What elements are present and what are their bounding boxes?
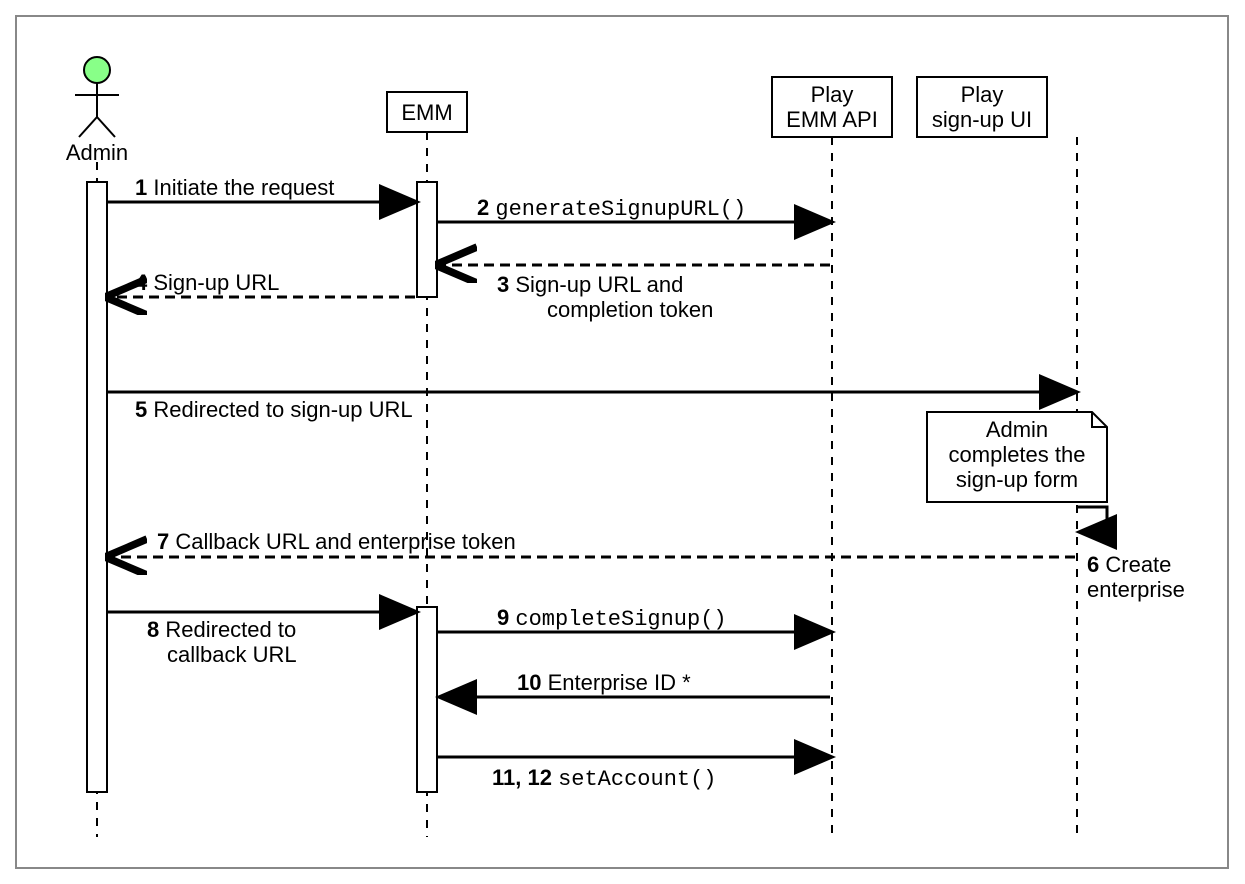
participant-play-api: Play EMM API <box>772 77 892 137</box>
actor-admin: Admin <box>66 57 128 165</box>
activation-admin <box>87 182 107 792</box>
participant-play-ui-label-1: Play <box>961 82 1004 107</box>
msg-5-label: 5 Redirected to sign-up URL <box>135 397 413 422</box>
msg-8-label-1: 8 Redirected to <box>147 617 296 642</box>
msg-9-label: 9 completeSignup() <box>497 605 727 632</box>
msg-6-label-1: 6 Create <box>1087 552 1171 577</box>
msg-11-label: 11, 12 setAccount() <box>492 765 717 792</box>
participant-play-ui-label-2: sign-up UI <box>932 107 1032 132</box>
note-l1: Admin <box>986 417 1048 442</box>
activation-emm-2 <box>417 607 437 792</box>
note-signup: Admin completes the sign-up form <box>927 412 1107 502</box>
sequence-diagram: Admin EMM Play EMM API Play sign-up UI 1… <box>15 15 1229 869</box>
msg-8-label-2: callback URL <box>167 642 297 667</box>
msg-1-label: 1 Initiate the request <box>135 175 334 200</box>
activation-emm-1 <box>417 182 437 297</box>
msg-10-label: 10 Enterprise ID * <box>517 670 691 695</box>
participant-play-ui: Play sign-up UI <box>917 77 1047 137</box>
diagram-svg: Admin EMM Play EMM API Play sign-up UI 1… <box>17 17 1227 867</box>
participant-play-api-label-1: Play <box>811 82 854 107</box>
participant-emm: EMM <box>387 92 467 132</box>
participant-emm-label: EMM <box>401 100 452 125</box>
msg-3-label-1: 3 Sign-up URL and <box>497 272 683 297</box>
msg-3-label-2: completion token <box>547 297 713 322</box>
msg-4-label: 4 Sign-up URL <box>135 270 279 295</box>
note-l2: completes the <box>949 442 1086 467</box>
msg-6-label-2: enterprise <box>1087 577 1185 602</box>
msg-7-label: 7 Callback URL and enterprise token <box>157 529 516 554</box>
msg-6-line <box>1077 507 1107 532</box>
msg-2-label: 2 generateSignupURL() <box>477 195 746 222</box>
note-l3: sign-up form <box>956 467 1078 492</box>
actor-admin-label: Admin <box>66 140 128 165</box>
participant-play-api-label-2: EMM API <box>786 107 878 132</box>
